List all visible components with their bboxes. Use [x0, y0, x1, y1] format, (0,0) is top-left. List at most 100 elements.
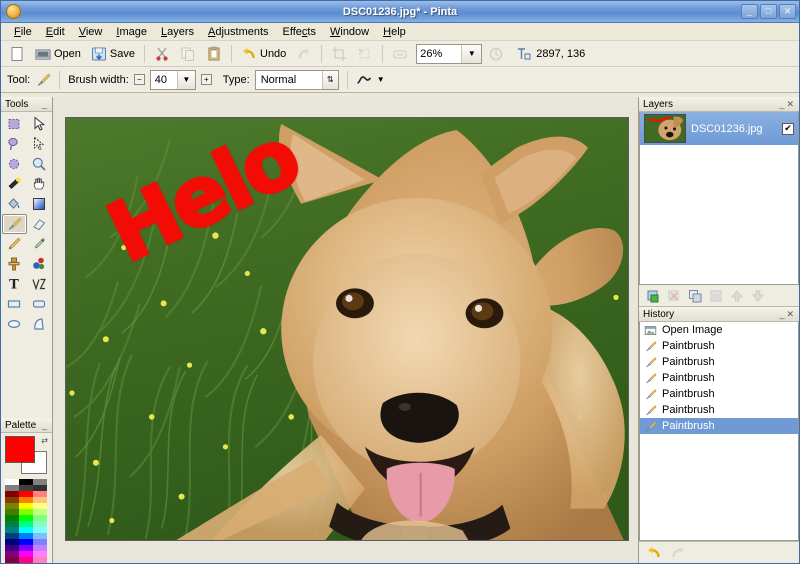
curve-icon [356, 75, 371, 84]
move-layer-down-button[interactable] [749, 287, 767, 305]
move-selection-icon [33, 136, 45, 151]
primary-color-swatch[interactable] [5, 436, 35, 463]
history-list[interactable]: Open Image Paintbrush Paintbrush Paintbrush… [639, 322, 799, 541]
palette-color-cell[interactable] [5, 557, 19, 563]
paste-button[interactable] [202, 43, 226, 65]
menu-image[interactable]: Image [109, 25, 154, 39]
tool-paint-bucket[interactable] [2, 194, 27, 214]
tool-paintbrush[interactable] [2, 214, 27, 234]
tool-move-selection[interactable] [27, 134, 52, 154]
palette-color-grid[interactable] [5, 479, 47, 563]
merge-layer-down-button[interactable] [707, 287, 725, 305]
open-button[interactable]: Open [31, 43, 85, 65]
canvas-area[interactable]: Helo [53, 97, 639, 563]
paintbrush-icon [644, 420, 657, 433]
swap-colors-icon[interactable]: ⇄ [41, 436, 48, 445]
layer-thumbnail [644, 114, 686, 143]
minimize-button[interactable]: _ [741, 4, 758, 19]
tool-eraser[interactable] [27, 214, 52, 234]
history-item[interactable]: Paintbrush [640, 402, 798, 418]
blend-type-value[interactable]: Normal [256, 74, 322, 86]
new-image-button[interactable] [5, 43, 29, 65]
brush-width-value[interactable]: 40 [151, 74, 177, 86]
tool-lasso-select[interactable] [2, 134, 27, 154]
chevron-down-icon[interactable]: ▼ [461, 44, 482, 63]
redo-button[interactable] [292, 43, 316, 65]
options-separator-1 [59, 70, 61, 89]
tool-gradient[interactable] [27, 194, 52, 214]
menu-help[interactable]: Help [376, 25, 413, 39]
tool-text[interactable]: T [2, 274, 27, 294]
history-item[interactable]: Paintbrush [640, 370, 798, 386]
tool-ellipse-select[interactable] [2, 154, 27, 174]
tool-pencil[interactable] [2, 234, 27, 254]
zoom-input[interactable]: 26% [417, 45, 461, 63]
palette-color-cell[interactable] [19, 557, 33, 563]
tool-recolor[interactable] [27, 254, 52, 274]
tool-pan[interactable] [27, 174, 52, 194]
history-item[interactable]: Paintbrush [640, 338, 798, 354]
menu-layers[interactable]: Layers [154, 25, 201, 39]
menu-adjustments[interactable]: Adjustments [201, 25, 276, 39]
palette-panel-minimize-button[interactable]: _ [41, 420, 48, 430]
history-undo-button[interactable] [645, 544, 663, 562]
tool-move-selected[interactable] [27, 114, 52, 134]
copy-button[interactable] [176, 43, 200, 65]
palette-color-cell[interactable] [33, 557, 47, 563]
tool-magic-wand[interactable] [2, 174, 27, 194]
main-body: Tools _ T Palette _ ⇄ Helo Layers _ ✕ DS… [1, 97, 799, 563]
undo-button[interactable]: Undo [237, 43, 290, 65]
layer-row[interactable]: DSC01236.jpg ✔ [640, 112, 798, 145]
history-redo-button[interactable] [669, 544, 687, 562]
zoom-combobox[interactable]: 26% ▼ [416, 43, 483, 64]
history-item[interactable]: Paintbrush [640, 354, 798, 370]
layers-panel-close-button[interactable]: ✕ [785, 99, 795, 110]
menu-file[interactable]: File [7, 25, 39, 39]
history-panel-minimize-button[interactable]: _ [778, 309, 785, 319]
add-layer-button[interactable] [644, 287, 662, 305]
delete-layer-button[interactable] [665, 287, 683, 305]
copy-icon [181, 47, 194, 61]
layers-list[interactable]: DSC01236.jpg ✔ [639, 112, 799, 285]
save-button[interactable]: Save [87, 43, 139, 65]
tool-freeform-shape[interactable] [27, 314, 52, 334]
duplicate-layer-button[interactable] [686, 287, 704, 305]
tool-color-picker[interactable] [27, 234, 52, 254]
history-panel-close-button[interactable]: ✕ [785, 309, 795, 320]
tool-clone-stamp[interactable] [2, 254, 27, 274]
layer-visibility-checkbox[interactable]: ✔ [782, 122, 794, 135]
brush-width-increment-button[interactable]: + [200, 74, 212, 85]
move-layer-up-button[interactable] [728, 287, 746, 305]
history-item[interactable]: Paintbrush [640, 386, 798, 402]
image-canvas[interactable]: Helo [65, 117, 629, 541]
deselect-all-button[interactable] [353, 43, 377, 65]
tool-line-curve[interactable] [27, 274, 52, 294]
tool-label: Tool: [7, 73, 31, 86]
tool-rounded-rectangle[interactable] [27, 294, 52, 314]
maximize-button[interactable]: □ [760, 4, 777, 19]
crop-to-selection-button[interactable] [327, 43, 351, 65]
brush-width-stepper[interactable]: 40 ▼ [149, 69, 196, 90]
menu-edit[interactable]: Edit [39, 25, 72, 39]
layers-panel-minimize-button[interactable]: _ [778, 99, 785, 109]
menu-view[interactable]: View [72, 25, 110, 39]
history-item-label: Paintbrush [662, 356, 715, 368]
history-item[interactable]: Paintbrush [640, 418, 798, 434]
zoom-to-window-button[interactable] [388, 43, 412, 65]
tool-zoom[interactable] [27, 154, 52, 174]
menu-window[interactable]: Window [323, 25, 376, 39]
tools-panel-minimize-button[interactable]: _ [41, 99, 48, 109]
blend-type-select[interactable]: Normal ⇅ [254, 69, 339, 90]
zoom-reset-button[interactable] [484, 43, 508, 65]
tool-rectangle[interactable] [2, 294, 27, 314]
tool-rectangle-select[interactable] [2, 114, 27, 134]
menu-effects[interactable]: Effects [276, 25, 323, 39]
updown-arrows-icon[interactable]: ⇅ [321, 70, 338, 89]
chevron-down-icon[interactable]: ▼ [176, 70, 195, 89]
tool-ellipse[interactable] [2, 314, 27, 334]
close-button[interactable]: ✕ [779, 4, 796, 19]
brush-width-decrement-button[interactable]: − [133, 74, 145, 85]
history-item[interactable]: Open Image [640, 322, 798, 338]
chevron-down-icon[interactable]: ▼ [377, 75, 385, 84]
cut-button[interactable] [150, 43, 174, 65]
